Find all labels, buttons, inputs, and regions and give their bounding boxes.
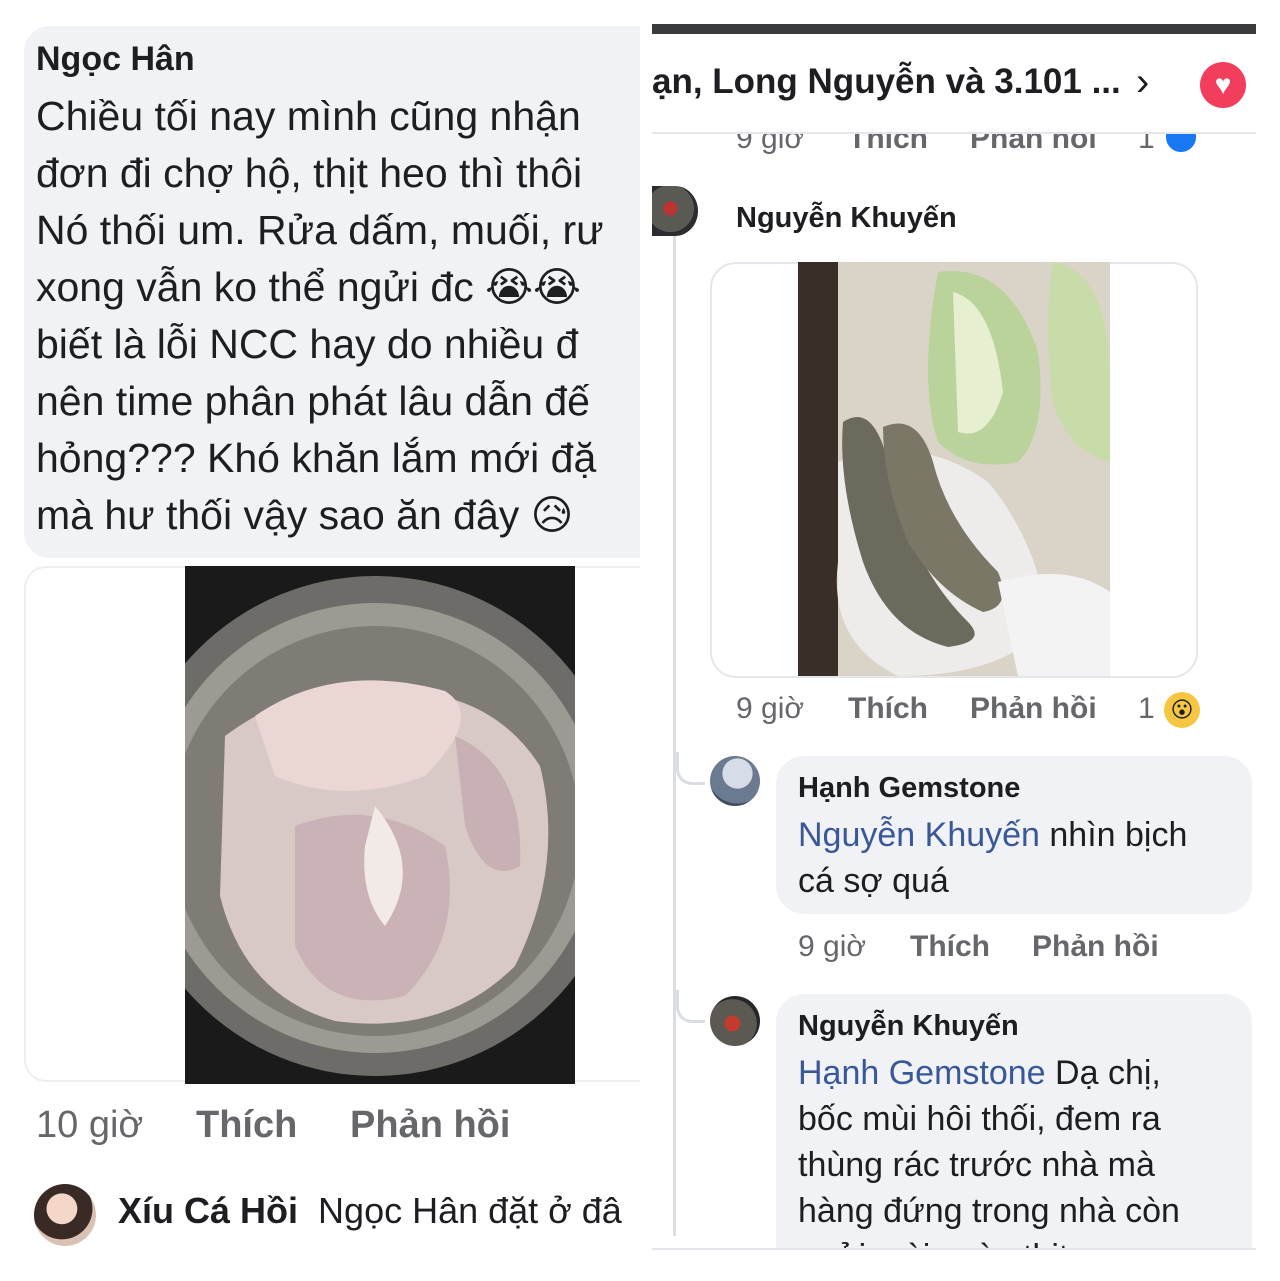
reply-button[interactable]: Phản hồi — [970, 692, 1097, 726]
like-button[interactable]: Thích — [910, 930, 990, 964]
comment-text-line: đơn đi chợ hộ, thịt heo thì thôi — [36, 150, 583, 196]
like-button[interactable]: Thích — [848, 692, 928, 726]
thread-connector — [676, 990, 705, 1023]
mention-link[interactable]: Nguyễn Khuyến — [798, 816, 1040, 854]
screenshot-edge — [652, 1250, 1280, 1280]
reaction-count: 1 — [1138, 134, 1155, 155]
avatar[interactable] — [710, 996, 760, 1046]
comment-text-line: biết là lỗi NCC hay do nhiều đ — [36, 321, 579, 367]
reply-button[interactable]: Phản hồi — [350, 1104, 510, 1147]
comment-text-line: hàng đứng trong nhà còn — [798, 1192, 1180, 1230]
comment-text-line: cá sợ quá — [798, 862, 949, 900]
comment-text: nhìn bịch — [1039, 816, 1188, 854]
comment-text-line: thùng rác trước nhà mà — [798, 1146, 1155, 1184]
comment-text: Dạ chị, — [1045, 1054, 1161, 1092]
avatar[interactable] — [34, 1184, 96, 1246]
thread-line — [673, 236, 676, 1236]
comment-text-line: Nó thối um. Rửa dấm, muối, rư — [36, 207, 604, 253]
comment-text-line: mà hư thối vậy sao ăn đây 😥 — [36, 492, 574, 538]
comment-time: 9 giờ — [736, 134, 805, 155]
mention-link[interactable]: Hạnh Gemstone — [798, 1054, 1046, 1092]
comment-text-line: xong vẫn ko thể ngửi đc 😭😭 — [36, 264, 581, 310]
thread-connector — [676, 752, 705, 785]
comment-time: 9 giờ — [798, 930, 867, 963]
left-screenshot: Ngọc Hân Chiều tối nay mình cũng nhận đơ… — [0, 0, 640, 1280]
reply-text: Ngọc Hân đặt ở đâ — [318, 1190, 622, 1231]
heart-icon[interactable]: ♥ — [1200, 62, 1246, 108]
fish-and-cabbage-photo[interactable] — [798, 262, 1110, 676]
pork-in-pot-photo[interactable] — [185, 566, 575, 1084]
reply-author[interactable]: Xíu Cá Hồi — [118, 1190, 298, 1231]
comment-text-line: hỏng??? Khó khăn lắm mới đặ — [36, 435, 597, 481]
reaction-count: 1 — [1138, 692, 1155, 725]
comment-text-line: nên time phân phát lâu dẫn đế — [36, 378, 590, 424]
comment-text-line: Nguyễn Khuyến nhìn bịch — [798, 812, 1187, 859]
comment-author[interactable]: Hạnh Gemstone — [798, 772, 1020, 805]
like-reaction-icon — [1164, 134, 1198, 156]
comment-text-line: Chiều tối nay mình cũng nhận — [36, 93, 581, 139]
comment-author[interactable]: Nguyễn Khuyến — [736, 202, 957, 235]
reply-button[interactable]: Phản hồi — [970, 134, 1097, 156]
wow-reaction-icon: 😮 — [1164, 692, 1200, 728]
reply-button[interactable]: Phản hồi — [1032, 930, 1159, 964]
comment-author[interactable]: Ngọc Hân — [36, 40, 195, 79]
reply-preview[interactable]: Xíu Cá Hồi Ngọc Hân đặt ở đâ — [118, 1190, 622, 1232]
comment-text-line: bốc mùi hôi thối, đem ra — [798, 1100, 1161, 1138]
comment-time: 10 giờ — [36, 1104, 144, 1146]
avatar[interactable] — [710, 756, 760, 806]
chevron-right-icon[interactable]: › — [1136, 60, 1149, 105]
comment-author[interactable]: Nguyễn Khuyến — [798, 1010, 1019, 1043]
comment-time: 9 giờ — [736, 692, 805, 725]
comment-text-line: Hạnh Gemstone Dạ chị, — [798, 1050, 1161, 1097]
like-button[interactable]: Thích — [196, 1104, 297, 1147]
like-button[interactable]: Thích — [848, 134, 928, 156]
avatar[interactable] — [652, 186, 698, 236]
reactions-summary[interactable]: ạn, Long Nguyễn và 3.101 ... — [652, 62, 1121, 102]
